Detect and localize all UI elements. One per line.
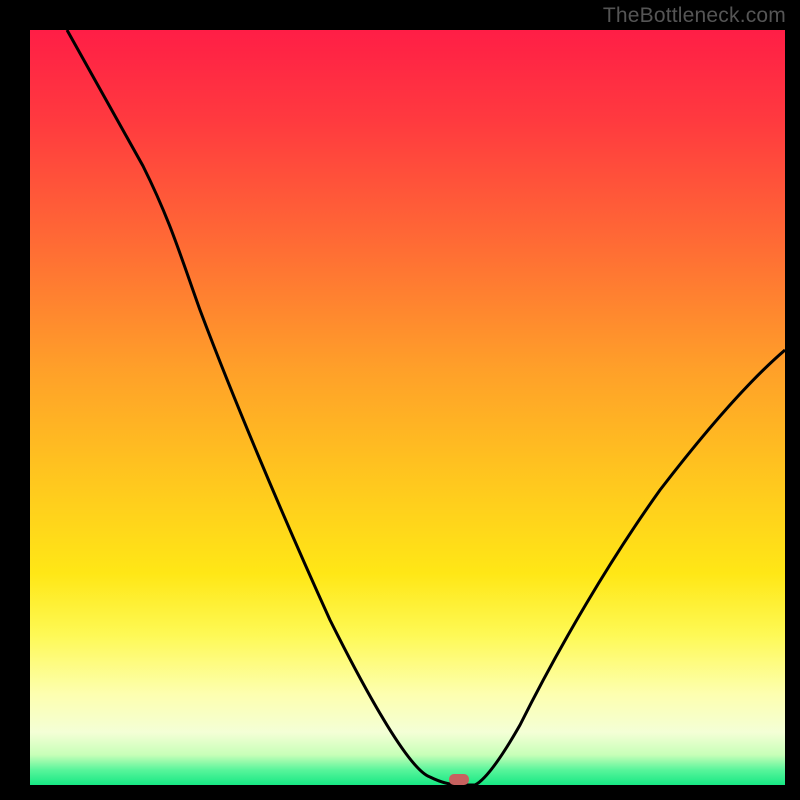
optimum-marker	[449, 774, 469, 785]
watermark-text: TheBottleneck.com	[603, 4, 786, 28]
curve-svg	[30, 30, 785, 785]
plot-area	[30, 30, 785, 785]
bottleneck-curve-path	[67, 30, 785, 785]
chart-frame: TheBottleneck.com	[0, 0, 800, 800]
